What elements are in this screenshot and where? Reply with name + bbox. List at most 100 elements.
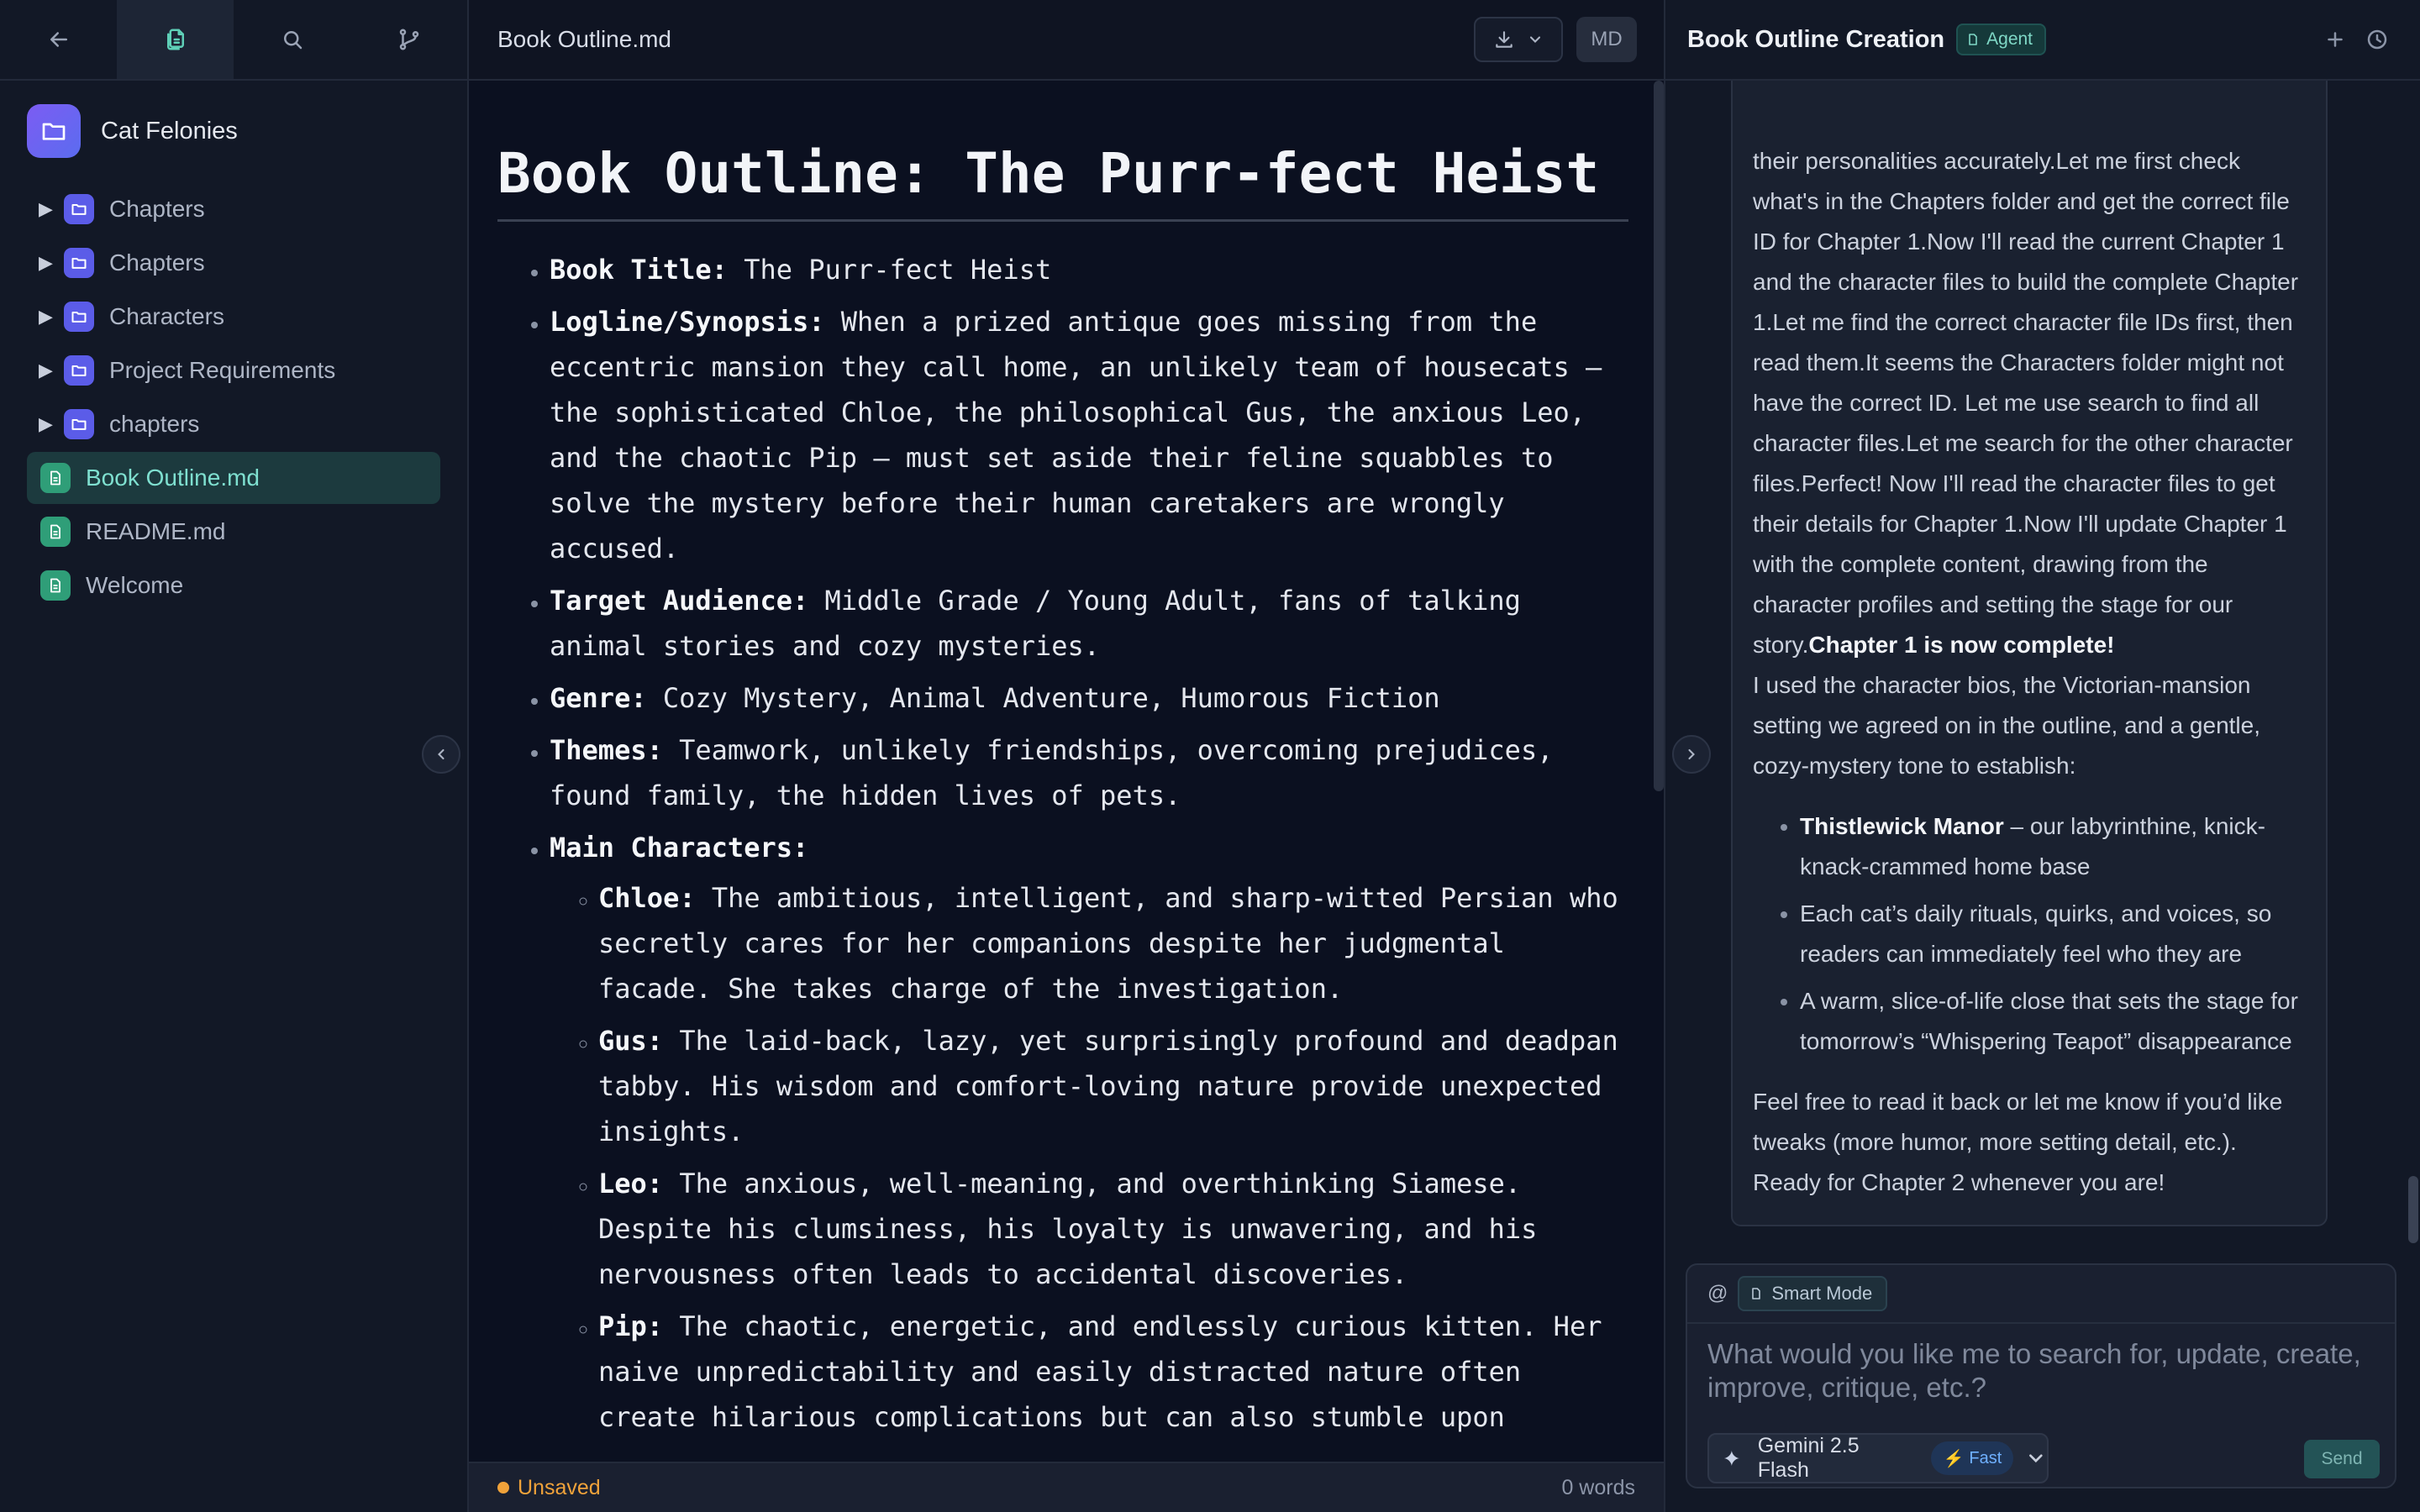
files-tab-button[interactable] <box>117 0 234 79</box>
back-button[interactable] <box>0 0 117 79</box>
collapse-chat-button[interactable] <box>1672 735 1711 774</box>
tree-item-chapters-lower[interactable]: ▶ chapters <box>27 398 440 450</box>
field-key: Book Title: <box>550 254 728 286</box>
expand-caret-icon[interactable]: ▶ <box>39 413 54 435</box>
editor-pane: Book Outline.md MD Book Outline: The Pur… <box>469 0 1664 1512</box>
mention-button[interactable]: @ <box>1707 1282 1728 1305</box>
expand-caret-icon[interactable]: ▶ <box>39 360 54 381</box>
document-icon <box>1752 1288 1761 1299</box>
tree-item-chapters[interactable]: ▶ Chapters <box>27 183 440 235</box>
chat-input[interactable]: What would you like me to search for, up… <box>1707 1337 2371 1404</box>
character-name: Leo: <box>598 1168 664 1200</box>
field-key: Logline/Synopsis: <box>550 306 825 338</box>
file-icon <box>40 517 71 547</box>
agent-mode-badge[interactable]: Agent <box>1956 24 2047 55</box>
field-value: The Purr-fect Heist <box>727 254 1052 286</box>
field-value: Teamwork, unlikely friendships, overcomi… <box>550 734 1554 811</box>
expand-caret-icon[interactable]: ▶ <box>39 252 54 274</box>
chevron-down-icon <box>2029 1454 2043 1463</box>
bullet-bold: Thistlewick Manor <box>1800 813 2004 839</box>
back-arrow-icon <box>50 32 67 47</box>
chat-history-button[interactable] <box>2365 27 2390 52</box>
smart-mode-toggle[interactable]: Smart Mode <box>1738 1276 1888 1311</box>
chat-scrollbar[interactable] <box>2408 1176 2418 1243</box>
character-description: The laid-back, lazy, yet surprisingly pr… <box>598 1025 1618 1147</box>
folder-icon <box>64 302 94 332</box>
field-key: Target Audience: <box>550 585 809 617</box>
sidebar: Cat Felonies ▶ Chapters ▶ Chapters ▶ Cha… <box>0 0 469 1512</box>
editor-file-title: Book Outline.md <box>497 26 671 52</box>
document-heading: Book Outline: The Purr-fect Heist <box>497 141 1628 222</box>
outline-item-logline: Logline/Synopsis: When a prized antique … <box>550 299 1632 571</box>
message-bullets: Thistlewick Manor – our labyrinthine, kn… <box>1753 806 2307 1062</box>
tree-item-label: Welcome <box>86 572 184 598</box>
expand-caret-icon[interactable]: ▶ <box>39 198 54 220</box>
expand-caret-icon[interactable]: ▶ <box>39 306 54 328</box>
outline-item-characters: Main Characters: Chloe: The ambitious, i… <box>550 825 1632 1440</box>
search-icon <box>283 31 302 50</box>
speed-label: Fast <box>1969 1448 2002 1467</box>
chevron-left-icon <box>438 748 445 760</box>
workspace-avatar <box>27 104 81 158</box>
message-bullet: A warm, slice-of-life close that sets th… <box>1800 981 2307 1062</box>
clock-icon <box>2367 29 2387 50</box>
editor-header: Book Outline.md MD <box>469 0 1664 81</box>
tree-item-label: Chapters <box>109 249 205 276</box>
field-key: Main Characters: <box>550 832 809 864</box>
character-item-chloe: Chloe: The ambitious, intelligent, and s… <box>598 875 1632 1011</box>
tree-item-characters[interactable]: ▶ Characters <box>27 291 440 343</box>
folder-icon <box>64 248 94 278</box>
outline-item-audience: Target Audience: Middle Grade / Young Ad… <box>550 578 1632 669</box>
smart-mode-label: Smart Mode <box>1771 1283 1873 1304</box>
field-value: When a prized antique goes missing from … <box>550 306 1602 564</box>
chevron-right-icon <box>1688 748 1695 760</box>
workspace-name: Cat Felonies <box>101 117 238 144</box>
tree-item-welcome[interactable]: Welcome <box>27 559 440 612</box>
folder-icon <box>64 194 94 224</box>
tree-item-chapters-2[interactable]: ▶ Chapters <box>27 237 440 289</box>
tree-item-project-requirements[interactable]: ▶ Project Requirements <box>27 344 440 396</box>
bullet-text: Each cat’s daily rituals, quirks, and vo… <box>1800 900 2272 967</box>
lightning-icon: ⚡ <box>1943 1449 1965 1468</box>
message-bullet: Each cat’s daily rituals, quirks, and vo… <box>1800 894 2307 974</box>
folder-icon <box>64 355 94 386</box>
outline-item-genre: Genre: Cozy Mystery, Animal Adventure, H… <box>550 675 1632 721</box>
speed-badge: ⚡ Fast <box>1931 1441 2014 1475</box>
chat-title: Book Outline Creation <box>1687 25 1945 53</box>
branches-tab-button[interactable] <box>350 0 467 79</box>
model-selector[interactable]: Gemini 2.5 Flash ⚡ Fast <box>1707 1433 2049 1483</box>
format-toggle-button[interactable]: MD <box>1576 17 1637 62</box>
editor-content[interactable]: Book Outline: The Purr-fect Heist Book T… <box>497 81 1632 1458</box>
unsaved-dot-icon <box>497 1482 509 1494</box>
send-button[interactable]: Send <box>2304 1440 2380 1478</box>
character-description: The ambitious, intelligent, and sharp-wi… <box>598 882 1618 1005</box>
editor-scrollbar[interactable] <box>1654 81 1664 791</box>
search-tab-button[interactable] <box>234 0 350 79</box>
tree-item-label: Book Outline.md <box>86 465 260 491</box>
file-tree: ▶ Chapters ▶ Chapters ▶ Characters ▶ Pro… <box>27 183 440 612</box>
folder-icon <box>42 123 66 140</box>
model-name: Gemini 2.5 Flash <box>1757 1434 1860 1482</box>
file-icon <box>40 570 71 601</box>
message-paragraph: their personalities accurately.Let me fi… <box>1753 141 2307 665</box>
outline-item-title: Book Title: The Purr-fect Heist <box>550 247 1632 292</box>
character-name: Chloe: <box>598 882 696 914</box>
agent-badge-label: Agent <box>1986 29 2033 49</box>
word-count: 0 words <box>1561 1475 1635 1499</box>
field-key: Themes: <box>550 734 663 766</box>
chat-composer: @ Smart Mode What would you like me to s… <box>1686 1263 2396 1488</box>
tree-item-book-outline[interactable]: Book Outline.md <box>27 452 440 504</box>
collapse-sidebar-button[interactable] <box>422 735 460 774</box>
composer-toolbar: @ Smart Mode <box>1687 1265 2395 1324</box>
tree-item-readme[interactable]: README.md <box>27 506 440 558</box>
tree-item-label: chapters <box>109 411 200 437</box>
character-name: Gus: <box>598 1025 664 1057</box>
new-chat-button[interactable] <box>2323 27 2348 52</box>
workspace-header[interactable]: Cat Felonies <box>27 104 440 158</box>
message-bullet: Thistlewick Manor – our labyrinthine, kn… <box>1800 806 2307 887</box>
file-icon <box>40 463 71 493</box>
message-highlight: Chapter 1 is now complete! <box>1808 632 2115 658</box>
outline-item-themes: Themes: Teamwork, unlikely friendships, … <box>550 727 1632 818</box>
character-description: The anxious, well-meaning, and overthink… <box>598 1168 1538 1290</box>
download-button[interactable] <box>1474 17 1563 62</box>
